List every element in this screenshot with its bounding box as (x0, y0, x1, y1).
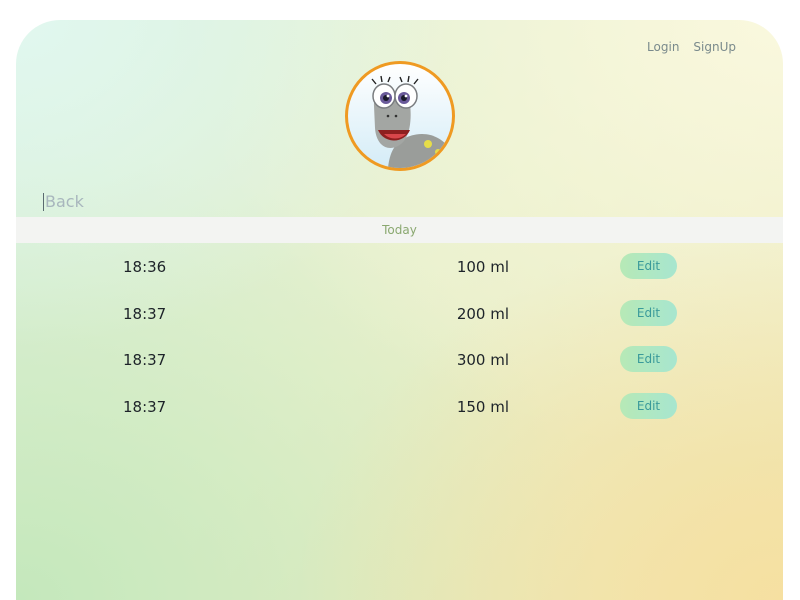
top-nav: Login SignUp (647, 40, 736, 54)
entry-amount: 200 ml (456, 304, 509, 323)
entry-amount: 100 ml (456, 258, 509, 276)
login-link[interactable]: Login (647, 40, 679, 54)
entry-row: 18:36 100 ml Edit (16, 250, 783, 297)
day-header: Today (16, 217, 783, 243)
edit-button[interactable]: Edit (620, 299, 677, 326)
signup-link[interactable]: SignUp (693, 40, 736, 54)
edit-button[interactable]: Edit (620, 392, 677, 419)
entry-amount: 300 ml (456, 351, 509, 369)
back-label: Back (45, 192, 84, 211)
avatar (345, 61, 455, 171)
dinosaur-mascot-icon (371, 75, 452, 168)
entry-amount: 150 ml (456, 397, 509, 416)
entry-time: 18:37 (123, 304, 167, 323)
entry-row: 18:37 300 ml Edit (16, 343, 783, 390)
app-frame: Login SignUp Back Today 18:36 100 ml Edi… (16, 20, 783, 600)
edit-button[interactable]: Edit (620, 253, 677, 279)
day-header-label: Today (382, 223, 417, 237)
entry-time: 18:36 (123, 258, 167, 276)
entry-list: 18:36 100 ml Edit 18:37 200 ml Edit 18:3… (16, 250, 783, 436)
back-link[interactable]: Back (43, 192, 84, 211)
entry-row: 18:37 150 ml Edit (16, 390, 783, 437)
entry-time: 18:37 (123, 351, 167, 369)
text-cursor (43, 192, 44, 211)
entry-time: 18:37 (123, 397, 167, 416)
entry-row: 18:37 200 ml Edit (16, 297, 783, 344)
edit-button[interactable]: Edit (620, 346, 677, 372)
